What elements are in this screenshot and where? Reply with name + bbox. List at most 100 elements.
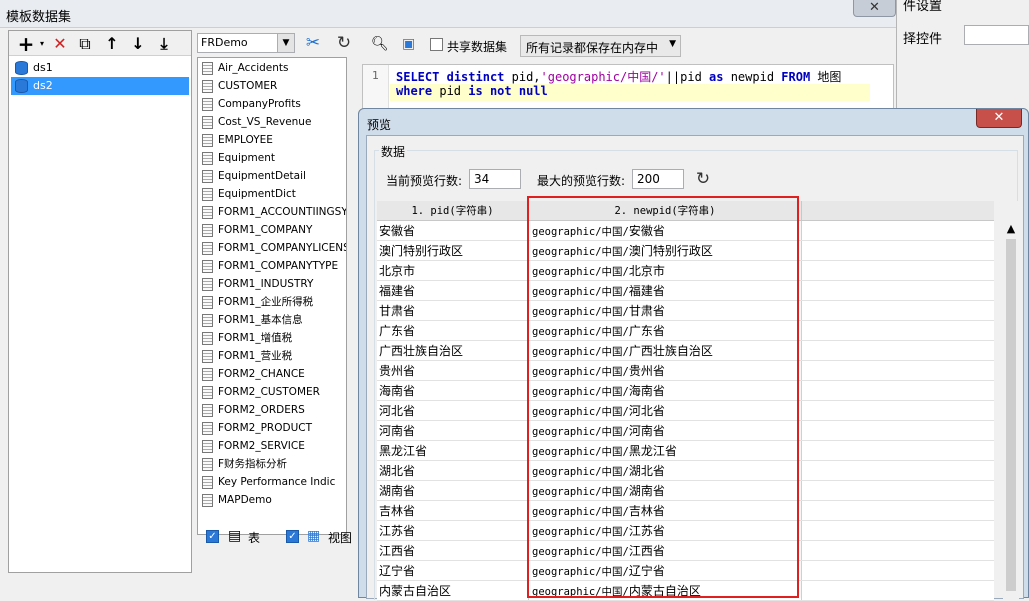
table-list: Air_Accidents CUSTOMER CompanyProfits Co… — [197, 57, 347, 535]
table-item[interactable]: FORM2_PRODUCT — [200, 419, 346, 437]
chevron-down-icon[interactable]: ▼ — [277, 34, 294, 52]
move-down-icon[interactable]: ↓ — [127, 34, 149, 54]
cell-newpid: geographic/中国/黑龙江省 — [532, 444, 677, 458]
table-row[interactable]: 广东省 geographic/中国/广东省 — [377, 321, 994, 341]
table-item[interactable]: FORM2_SERVICE — [200, 437, 346, 455]
table-item[interactable]: FORM1_INDUSTRY — [200, 275, 346, 293]
table-row[interactable]: 福建省 geographic/中国/福建省 — [377, 281, 994, 301]
column-header-pid[interactable]: 1. pid(字符串) — [377, 201, 529, 221]
table-row[interactable]: 辽宁省 geographic/中国/辽宁省 — [377, 561, 994, 581]
max-rows-label: 最大的预览行数: — [537, 174, 626, 188]
row-count-field[interactable]: 34 — [469, 169, 521, 189]
table-item[interactable]: FORM1_COMPANYLICENSE — [200, 239, 346, 257]
table-row[interactable]: 贵州省 geographic/中国/贵州省 — [377, 361, 994, 381]
preview-icon[interactable]: 🔍︎ — [371, 36, 389, 52]
table-list-scrollbar[interactable] — [347, 57, 358, 535]
table-icon — [202, 494, 213, 507]
database-icon — [15, 61, 28, 75]
table-row[interactable]: 河北省 geographic/中国/河北省 — [377, 401, 994, 421]
table-item[interactable]: FORM1_COMPANY — [200, 221, 346, 239]
table-item[interactable]: FORM1_企业所得税 — [200, 293, 346, 311]
cell-pid: 贵州省 — [379, 364, 416, 378]
grid-header: 1. pid(字符串) 2. newpid(字符串) — [377, 201, 994, 221]
scroll-up-icon[interactable]: ▲ — [1003, 221, 1019, 237]
table-item[interactable]: FORM1_营业税 — [200, 347, 346, 365]
table-row[interactable]: 湖南省 geographic/中国/湖南省 — [377, 481, 994, 501]
table-row[interactable]: 广西壮族自治区 geographic/中国/广西壮族自治区 — [377, 341, 994, 361]
table-item[interactable]: EquipmentDict — [200, 185, 346, 203]
cell-newpid: geographic/中国/吉林省 — [532, 504, 665, 518]
table-item[interactable]: EMPLOYEE — [200, 131, 346, 149]
table-row[interactable]: 黑龙江省 geographic/中国/黑龙江省 — [377, 441, 994, 461]
cell-newpid: geographic/中国/湖南省 — [532, 484, 665, 498]
sql-editor[interactable]: 1 SELECT distinct pid,'geographic/中国/'||… — [362, 64, 894, 114]
grid-scrollbar[interactable]: ▲ — [1003, 201, 1019, 601]
cell-newpid: geographic/中国/河南省 — [532, 424, 665, 438]
table-row[interactable]: 北京市 geographic/中国/北京市 — [377, 261, 994, 281]
table-item[interactable]: FORM2_ORDERS — [200, 401, 346, 419]
table-icon — [202, 134, 213, 147]
preview-grid: 1. pid(字符串) 2. newpid(字符串) 安徽省 geographic… — [377, 201, 994, 601]
column-header-newpid[interactable]: 2. newpid(字符串) — [529, 201, 802, 221]
save-icon[interactable]: ▣ — [402, 36, 415, 52]
table-item[interactable]: FORM1_ACCOUNTIINGSYSI — [200, 203, 346, 221]
refresh-icon[interactable]: ↻ — [334, 33, 354, 53]
delete-icon[interactable]: ✕ — [49, 34, 71, 54]
table-icon — [202, 440, 213, 453]
max-rows-field[interactable]: 200 — [632, 169, 684, 189]
show-views-checkbox[interactable]: ✓ — [286, 530, 299, 543]
table-item[interactable]: FORM2_CUSTOMER — [200, 383, 346, 401]
table-item[interactable]: EquipmentDetail — [200, 167, 346, 185]
table-row[interactable]: 海南省 geographic/中国/海南省 — [377, 381, 994, 401]
table-item[interactable]: MAPDemo — [200, 491, 346, 509]
table-row[interactable]: 吉林省 geographic/中国/吉林省 — [377, 501, 994, 521]
table-icon — [202, 296, 213, 309]
table-item[interactable]: Key Performance Indic — [200, 473, 346, 491]
cell-newpid: geographic/中国/北京市 — [532, 264, 665, 278]
connection-select[interactable]: FRDemo ▼ — [197, 33, 295, 53]
table-row[interactable]: 内蒙古自治区 geographic/中国/内蒙古自治区 — [377, 581, 994, 601]
preview-dialog: 预览 ✕ 数据 当前预览行数: 34 最大的预览行数: 200 ↻ 1. pid… — [358, 108, 1029, 601]
tools-icon[interactable]: ✂ — [303, 33, 323, 53]
table-icon — [202, 62, 213, 75]
table-item[interactable]: FORM2_CHANCE — [200, 365, 346, 383]
table-item[interactable]: FORM1_增值税 — [200, 329, 346, 347]
table-item[interactable]: FORM1_COMPANYTYPE — [200, 257, 346, 275]
background-input[interactable] — [964, 25, 1029, 45]
table-filter-bar: ✓ ▤ 表 ✓ ▦ 视图 — [197, 525, 358, 570]
table-row[interactable]: 湖北省 geographic/中国/湖北省 — [377, 461, 994, 481]
show-tables-checkbox[interactable]: ✓ — [206, 530, 219, 543]
table-item[interactable]: CompanyProfits — [200, 95, 346, 113]
cell-pid: 内蒙古自治区 — [379, 584, 452, 598]
table-row[interactable]: 澳门特别行政区 geographic/中国/澳门特别行政区 — [377, 241, 994, 261]
table-item[interactable]: Air_Accidents — [200, 59, 346, 77]
database-icon — [15, 79, 28, 93]
table-row[interactable]: 河南省 geographic/中国/河南省 — [377, 421, 994, 441]
table-icon — [202, 278, 213, 291]
move-up-icon[interactable]: ↑ — [101, 34, 123, 54]
reload-icon[interactable]: ↻ — [693, 168, 713, 190]
dataset-item-ds1[interactable]: ds1 — [11, 59, 189, 77]
table-row[interactable]: 甘肃省 geographic/中国/甘肃省 — [377, 301, 994, 321]
close-icon[interactable]: ✕ — [976, 109, 1022, 128]
sql-toolbar: 🔍︎ ▣ 共享数据集 所有记录都保存在内存中 ▼ — [362, 30, 894, 60]
table-item[interactable]: F财务指标分析 — [200, 455, 346, 473]
table-row[interactable]: 江西省 geographic/中国/江西省 — [377, 541, 994, 561]
cell-newpid: geographic/中国/海南省 — [532, 384, 665, 398]
copy-icon[interactable]: ⧉ — [74, 34, 96, 54]
dataset-item-ds2[interactable]: ds2 — [11, 77, 189, 95]
table-item[interactable]: CUSTOMER — [200, 77, 346, 95]
table-item[interactable]: Equipment — [200, 149, 346, 167]
dataset-toolbar: + ▾ ✕ ⧉ ↑ ↓ ⤓ — [9, 31, 191, 56]
scroll-thumb[interactable] — [1006, 239, 1016, 591]
table-row[interactable]: 江苏省 geographic/中国/江苏省 — [377, 521, 994, 541]
memory-mode-select[interactable]: 所有记录都保存在内存中 ▼ — [520, 35, 681, 57]
table-item[interactable]: Cost_VS_Revenue — [200, 113, 346, 131]
move-bottom-icon[interactable]: ⤓ — [153, 34, 175, 54]
share-dataset-checkbox[interactable] — [430, 38, 443, 51]
table-item[interactable]: FORM1_基本信息 — [200, 311, 346, 329]
table-row[interactable]: 安徽省 geographic/中国/安徽省 — [377, 221, 994, 241]
window-close-button[interactable]: ✕ — [853, 0, 896, 17]
preview-dialog-title: 预览 — [367, 118, 392, 132]
table-icon — [202, 332, 213, 345]
